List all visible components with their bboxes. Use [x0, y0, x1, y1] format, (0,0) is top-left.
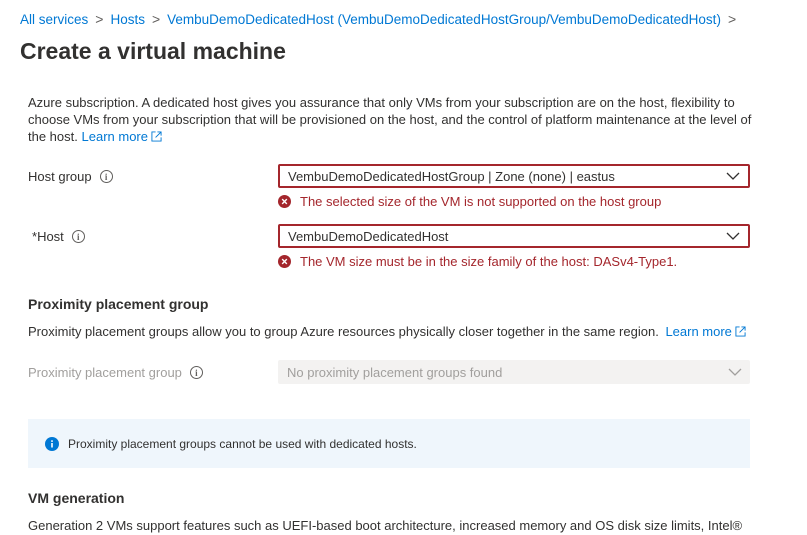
host-label-text: Host: [37, 229, 64, 244]
error-icon: [278, 195, 291, 208]
breadcrumb-all-services[interactable]: All services: [20, 12, 88, 27]
page-description: Azure subscription. A dedicated host giv…: [28, 94, 753, 145]
info-circle-icon: [45, 436, 59, 451]
chevron-down-icon: [726, 232, 740, 240]
info-icon[interactable]: i: [189, 366, 203, 379]
vm-generation-description: Generation 2 VMs support features such a…: [28, 518, 743, 533]
info-message-text: Proximity placement groups cannot be use…: [68, 436, 417, 451]
proximity-description: Proximity placement groups allow you to …: [28, 324, 746, 339]
host-group-value: VembuDemoDedicatedHostGroup | Zone (none…: [288, 168, 615, 184]
proximity-heading: Proximity placement group: [28, 296, 209, 312]
chevron-right-icon: >: [151, 11, 161, 27]
breadcrumb: All services > Hosts > VembuDemoDedicate…: [20, 11, 743, 27]
info-icon[interactable]: i: [99, 170, 113, 183]
chevron-down-icon: [728, 368, 742, 376]
host-dropdown[interactable]: VembuDemoDedicatedHost: [278, 224, 750, 248]
host-value: VembuDemoDedicatedHost: [288, 228, 449, 244]
learn-more-link[interactable]: Learn more: [82, 129, 162, 144]
external-link-icon: [735, 326, 746, 337]
learn-more-label: Learn more: [81, 129, 148, 144]
host-group-error: The selected size of the VM is not suppo…: [278, 194, 661, 209]
page-title: Create a virtual machine: [20, 38, 286, 64]
proximity-field-label-text: Proximity placement group: [28, 365, 182, 380]
chevron-right-icon: >: [95, 11, 104, 27]
host-error-text: The VM size must be in the size family o…: [300, 254, 678, 269]
host-error: The VM size must be in the size family o…: [278, 254, 677, 269]
chevron-right-icon: >: [727, 11, 737, 27]
host-label: * Host i: [32, 229, 85, 244]
proximity-value: No proximity placement groups found: [287, 364, 503, 380]
breadcrumb-hosts[interactable]: Hosts: [110, 12, 145, 27]
proximity-description-text: Proximity placement groups allow you to …: [28, 324, 659, 339]
host-group-label-text: Host group: [28, 169, 92, 184]
info-icon[interactable]: i: [71, 230, 85, 243]
chevron-down-icon: [726, 172, 740, 180]
proximity-learn-more-label: Learn more: [665, 324, 732, 339]
vm-generation-heading: VM generation: [28, 490, 125, 506]
proximity-dropdown: No proximity placement groups found: [278, 360, 750, 384]
proximity-learn-more-link[interactable]: Learn more: [665, 324, 746, 339]
host-group-label: Host group i: [28, 169, 113, 184]
proximity-field-label: Proximity placement group i: [28, 365, 203, 380]
host-group-error-text: The selected size of the VM is not suppo…: [300, 194, 662, 209]
error-icon: [278, 255, 291, 268]
external-link-icon: [151, 131, 162, 142]
breadcrumb-host[interactable]: VembuDemoDedicatedHost (VembuDemoDedicat…: [167, 12, 721, 27]
info-message-bar: Proximity placement groups cannot be use…: [28, 419, 750, 468]
host-group-dropdown[interactable]: VembuDemoDedicatedHostGroup | Zone (none…: [278, 164, 750, 188]
